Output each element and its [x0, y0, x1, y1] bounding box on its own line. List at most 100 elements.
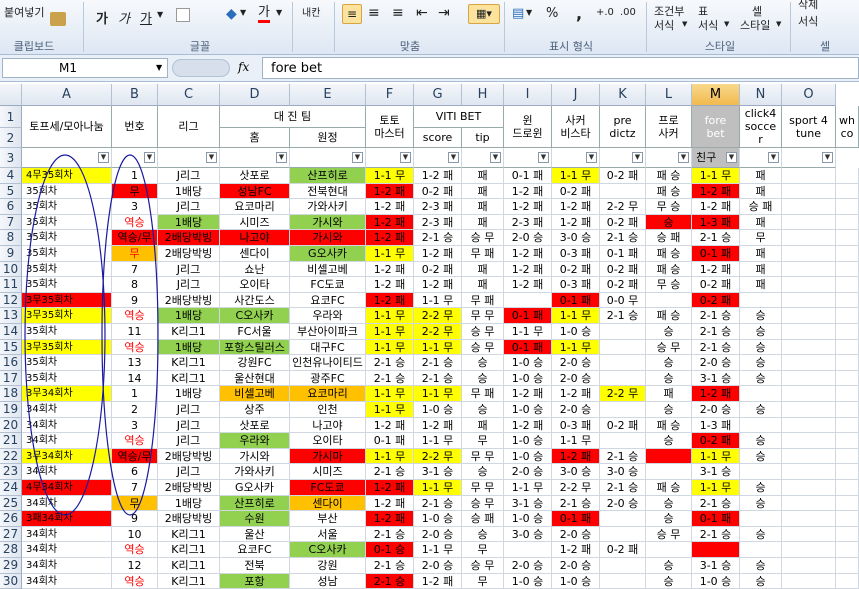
cell-n5[interactable]: 패: [740, 183, 782, 200]
row-header-2[interactable]: 2: [0, 128, 22, 148]
cell-b15[interactable]: 역승: [112, 339, 158, 356]
cell-a14[interactable]: 35회차: [22, 324, 112, 340]
cell-g18[interactable]: 1-1 무: [414, 386, 462, 402]
cell-m16[interactable]: 2-0 승: [692, 355, 740, 371]
cell-d5[interactable]: 성남FC: [220, 183, 290, 200]
cell-f30[interactable]: 2-1 승: [366, 573, 414, 589]
cell-e9[interactable]: G오사카: [290, 246, 366, 262]
cell-p29[interactable]: [836, 558, 859, 574]
cell-h18[interactable]: 무 패: [462, 386, 504, 402]
cell-p22[interactable]: [836, 448, 859, 465]
cell-d11[interactable]: 오이타: [220, 277, 290, 293]
cell-b18[interactable]: 1: [112, 386, 158, 402]
cell-f10[interactable]: 1-2 패: [366, 261, 414, 278]
row-header-8[interactable]: 8: [0, 230, 22, 246]
cell-o16[interactable]: [782, 355, 836, 371]
cell-k21[interactable]: [600, 433, 646, 449]
cell-i26[interactable]: 1-0 승: [504, 511, 552, 527]
cell-e7[interactable]: 가시와: [290, 214, 366, 231]
cell-g23[interactable]: 3-1 승: [414, 464, 462, 480]
cell-k19[interactable]: [600, 402, 646, 418]
cell-o7[interactable]: [782, 214, 836, 231]
cell-h9[interactable]: 무 패: [462, 246, 504, 262]
row-header-1[interactable]: 1: [0, 106, 22, 128]
row-header-14[interactable]: 14: [0, 324, 22, 340]
cell-d15[interactable]: 포항스틸러스: [220, 339, 290, 356]
row-header-3[interactable]: 3: [0, 148, 22, 168]
cell-c8[interactable]: 2배당박빙: [158, 230, 220, 246]
cell-j22[interactable]: 1-2 패: [552, 448, 600, 465]
column-header-m[interactable]: M: [692, 84, 740, 106]
row-header-20[interactable]: 20: [0, 417, 22, 434]
cell-e6[interactable]: 가와사키: [290, 199, 366, 215]
cell-d21[interactable]: 우라와: [220, 433, 290, 449]
cell-h25[interactable]: 승 무: [462, 495, 504, 512]
cell-n30[interactable]: 승: [740, 573, 782, 589]
cell-j30[interactable]: 1-0 승: [552, 573, 600, 589]
cell-m4[interactable]: 1-1 무: [692, 168, 740, 184]
cell-g19[interactable]: 1-0 승: [414, 402, 462, 418]
cell-d23[interactable]: 가와사키: [220, 464, 290, 480]
cell-i16[interactable]: 1-0 승: [504, 355, 552, 371]
cell-o29[interactable]: [782, 558, 836, 574]
cell-d14[interactable]: FC서울: [220, 324, 290, 340]
underline-button[interactable]: 가: [140, 8, 152, 27]
cell-n11[interactable]: 패: [740, 277, 782, 293]
filter-dropdown-icon[interactable]: ▼: [206, 152, 217, 163]
cell-b5[interactable]: 무: [112, 183, 158, 200]
cell-j24[interactable]: 2-2 무: [552, 480, 600, 496]
cell-e24[interactable]: FC도쿄: [290, 480, 366, 496]
cell-a10[interactable]: 35회차: [22, 261, 112, 278]
cell-a25[interactable]: 34회차: [22, 495, 112, 512]
cell-a4[interactable]: 4무35회차: [22, 168, 112, 184]
cell-a16[interactable]: 35회차: [22, 355, 112, 371]
cell-l20[interactable]: 패 승: [646, 417, 692, 434]
cell-f16[interactable]: 2-1 승: [366, 355, 414, 371]
cell-m15[interactable]: 2-1 승: [692, 339, 740, 356]
cell-a11[interactable]: 35회차: [22, 277, 112, 293]
cell-g20[interactable]: 1-2 패: [414, 417, 462, 434]
cell-f5[interactable]: 1-2 패: [366, 183, 414, 200]
cell-o5[interactable]: [782, 183, 836, 200]
cell-j12[interactable]: 0-1 패: [552, 292, 600, 309]
indent-decrease-icon[interactable]: ⇤: [416, 5, 428, 21]
cell-j9[interactable]: 0-3 패: [552, 246, 600, 262]
cell-d7[interactable]: 시미즈: [220, 214, 290, 231]
cell-c23[interactable]: J리그: [158, 464, 220, 480]
cell-h11[interactable]: 패: [462, 277, 504, 293]
cell-k9[interactable]: 0-1 패: [600, 246, 646, 262]
column-header-k[interactable]: K: [600, 84, 646, 106]
currency-icon[interactable]: ▤: [512, 6, 524, 21]
cell-p21[interactable]: [836, 433, 859, 449]
cell-p8[interactable]: [836, 230, 859, 246]
cell-o30[interactable]: [782, 573, 836, 589]
cell-n4[interactable]: 패: [740, 168, 782, 184]
cell-k23[interactable]: 3-0 승: [600, 464, 646, 480]
cell-d19[interactable]: 상주: [220, 402, 290, 418]
insert-function-button[interactable]: fx: [238, 60, 249, 74]
cell-j28[interactable]: 1-2 패: [552, 542, 600, 558]
cell-h21[interactable]: 무: [462, 433, 504, 449]
cell-g24[interactable]: 1-1 무: [414, 480, 462, 496]
cell-o14[interactable]: [782, 324, 836, 340]
cell-k7[interactable]: 0-2 패: [600, 214, 646, 231]
cell-c5[interactable]: 1배당: [158, 183, 220, 200]
cell-o4[interactable]: [782, 168, 836, 184]
cell-l8[interactable]: 승 패: [646, 230, 692, 246]
cell-i23[interactable]: 2-0 승: [504, 464, 552, 480]
cell-l16[interactable]: 승: [646, 355, 692, 371]
cell-p27[interactable]: [836, 526, 859, 543]
cell-a12[interactable]: 3무35회차: [22, 292, 112, 309]
column-header-c[interactable]: C: [158, 84, 220, 106]
cell-c20[interactable]: J리그: [158, 417, 220, 434]
cell-n22[interactable]: 승: [740, 448, 782, 465]
cell-l14[interactable]: 승: [646, 324, 692, 340]
cell-o22[interactable]: [782, 448, 836, 465]
cell-h23[interactable]: 승: [462, 464, 504, 480]
cell-o25[interactable]: [782, 495, 836, 512]
cell-a9[interactable]: 35회차: [22, 246, 112, 262]
cell-g30[interactable]: 1-2 패: [414, 573, 462, 589]
cell-p18[interactable]: [836, 386, 859, 402]
column-header-g[interactable]: G: [414, 84, 462, 106]
cell-h4[interactable]: 패: [462, 168, 504, 184]
